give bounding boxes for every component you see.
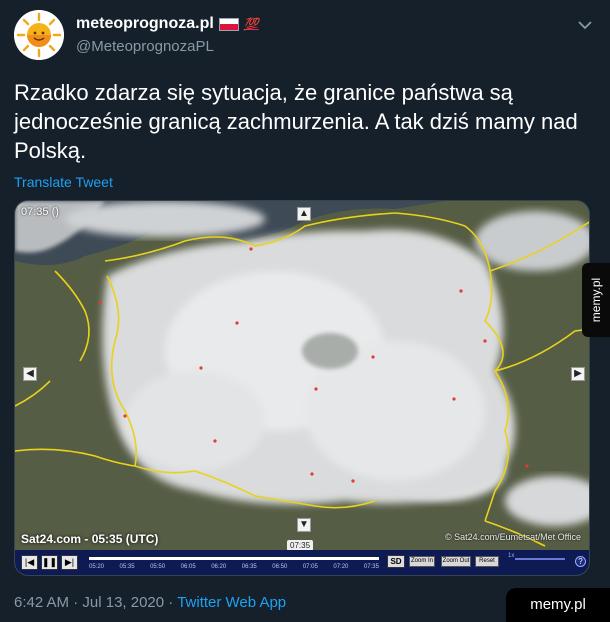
tweet-meta: 6:42 AM · Jul 13, 2020 · Twitter Web App <box>14 594 286 611</box>
watermark-bottom-text: memy.pl <box>530 596 586 613</box>
tweet-date[interactable]: Jul 13, 2020 <box>82 594 164 611</box>
pan-down-button[interactable]: ▼ <box>297 518 311 532</box>
sun-icon <box>14 10 64 60</box>
timeline-tick: 06:20 <box>211 564 227 570</box>
reset-button[interactable]: Reset <box>475 556 499 567</box>
timeline-tick: 05:50 <box>150 564 166 570</box>
timeline-tick: 06:50 <box>272 564 288 570</box>
poland-flag-icon <box>218 17 239 31</box>
next-frame-button[interactable]: ▶| <box>61 555 78 570</box>
timeline-tick: 05:20 <box>89 564 105 570</box>
tweet-time[interactable]: 6:42 AM <box>14 594 69 611</box>
display-name[interactable]: meteoprognoza.pl <box>76 15 214 33</box>
timeline-tick: 06:05 <box>180 564 196 570</box>
meta-separator: · <box>73 594 83 611</box>
sd-button[interactable]: SD <box>387 555 405 568</box>
pan-right-button[interactable]: ▶ <box>571 367 585 381</box>
previous-frame-button[interactable]: |◀ <box>21 555 38 570</box>
zoom-in-button[interactable]: Zoom In <box>409 556 435 567</box>
chevron-down-icon[interactable] <box>576 16 594 34</box>
satellite-image[interactable]: 07:35 () ▲ ▼ ◀ ▶ Sat24.com - 05:35 (UTC)… <box>14 200 590 576</box>
watermark-side: memy.pl <box>582 263 610 337</box>
handle[interactable]: @MeteoprognozaPL <box>76 38 214 55</box>
help-button[interactable]: ? <box>575 556 586 567</box>
translate-tweet-link[interactable]: Translate Tweet <box>14 174 113 190</box>
timeline-tick: 06:35 <box>241 564 257 570</box>
tweet-header: meteoprognoza.pl 💯 @MeteoprognozaPL <box>14 10 596 62</box>
speed-label: 1x <box>508 553 515 559</box>
player-controls: |◀ ❚❚ ▶| 05:20 05:35 05:50 06:05 06:20 06:35 0… <box>15 550 589 575</box>
zoom-out-button[interactable]: Zoom Out <box>441 556 471 567</box>
speed-slider[interactable] <box>515 558 565 560</box>
watermark-bottom: memy.pl <box>506 588 610 622</box>
watermark-side-text: memy.pl <box>589 277 603 323</box>
tweet-source-app[interactable]: Twitter Web App <box>177 594 286 611</box>
credit-label: © Sat24.com/Eumetsat/Met Office <box>444 532 581 542</box>
frame-time-label: 07:35 () <box>21 206 59 218</box>
pan-up-button[interactable]: ▲ <box>297 207 311 221</box>
avatar[interactable] <box>14 10 64 60</box>
pause-button[interactable]: ❚❚ <box>41 555 58 570</box>
timeline-tick-labels: 05:20 05:35 05:50 06:05 06:20 06:35 06:50 07:05… <box>89 564 379 570</box>
timeline-track <box>89 557 379 560</box>
tweet-text: Rzadko zdarza się sytuacja, że granice p… <box>14 80 578 163</box>
name-row: meteoprognoza.pl 💯 <box>76 15 259 33</box>
timeline-tick: 07:35 <box>363 564 379 570</box>
meta-separator: · <box>168 594 178 611</box>
satellite-map <box>15 201 589 550</box>
timeline-tick: 05:35 <box>119 564 135 570</box>
timeline-tick: 07:20 <box>333 564 349 570</box>
source-label: Sat24.com - 05:35 (UTC) <box>21 532 159 546</box>
hundred-points-icon: 💯 <box>243 17 259 31</box>
timeline-tick: 07:05 <box>302 564 318 570</box>
timeline-slider[interactable]: 05:20 05:35 05:50 06:05 06:20 06:35 06:50 07:05… <box>89 553 379 575</box>
pan-left-button[interactable]: ◀ <box>23 367 37 381</box>
